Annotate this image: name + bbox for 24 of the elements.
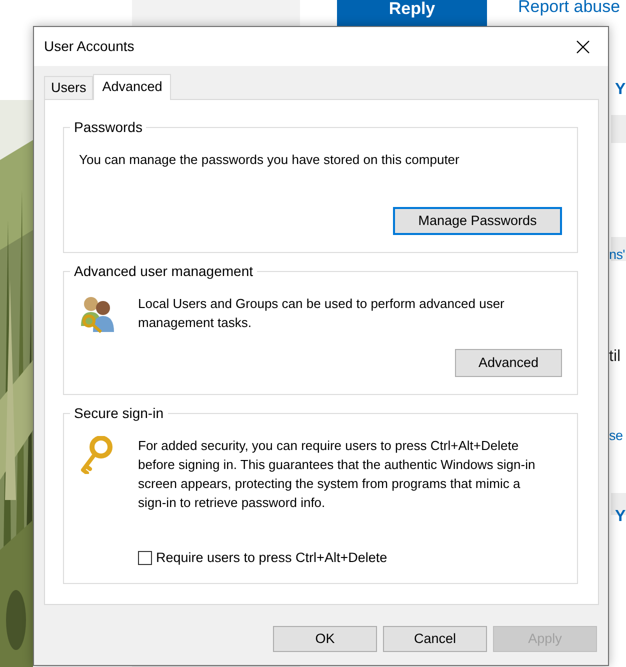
close-icon <box>576 40 590 54</box>
window-title: User Accounts <box>44 37 134 56</box>
dialog-button[interactable]: OK <box>273 626 377 652</box>
link-fragment[interactable]: Y <box>615 78 626 102</box>
link-fragment[interactable]: ns' <box>609 245 625 266</box>
row-background <box>611 237 626 261</box>
checkbox[interactable] <box>138 551 152 566</box>
key-icon <box>79 436 115 474</box>
checkbox-label: Require users to press Ctrl+Alt+Delete <box>156 549 388 567</box>
action-button[interactable]: Manage Passwords <box>393 207 562 235</box>
tab[interactable]: Users <box>44 76 94 99</box>
link-fragment[interactable]: Y <box>615 505 626 529</box>
dialog-button[interactable]: Cancel <box>383 626 487 652</box>
text-fragment: til <box>609 347 621 367</box>
report-abuse-link[interactable]: Report abuse <box>518 0 620 20</box>
users-key-icon <box>79 294 117 334</box>
description-text: Local Users and Groups can be used to perform advanced user management tasks. <box>138 295 506 332</box>
row-background <box>611 115 626 143</box>
link-fragment[interactable]: se <box>609 426 623 446</box>
reply-button[interactable]: Reply <box>337 0 487 26</box>
tab[interactable]: Advanced <box>93 74 172 100</box>
description-text: For added security, you can require users to press Ctrl+Alt+Delete before signing in. This guarantees that the authentic Windows sign-in screen appears, protecting the system from programs that mimic a sign-in to retrieve password info. <box>138 437 536 512</box>
action-button[interactable]: Advanced <box>455 349 562 377</box>
description-text: You can manage the passwords you have stored on this computer <box>79 151 460 169</box>
